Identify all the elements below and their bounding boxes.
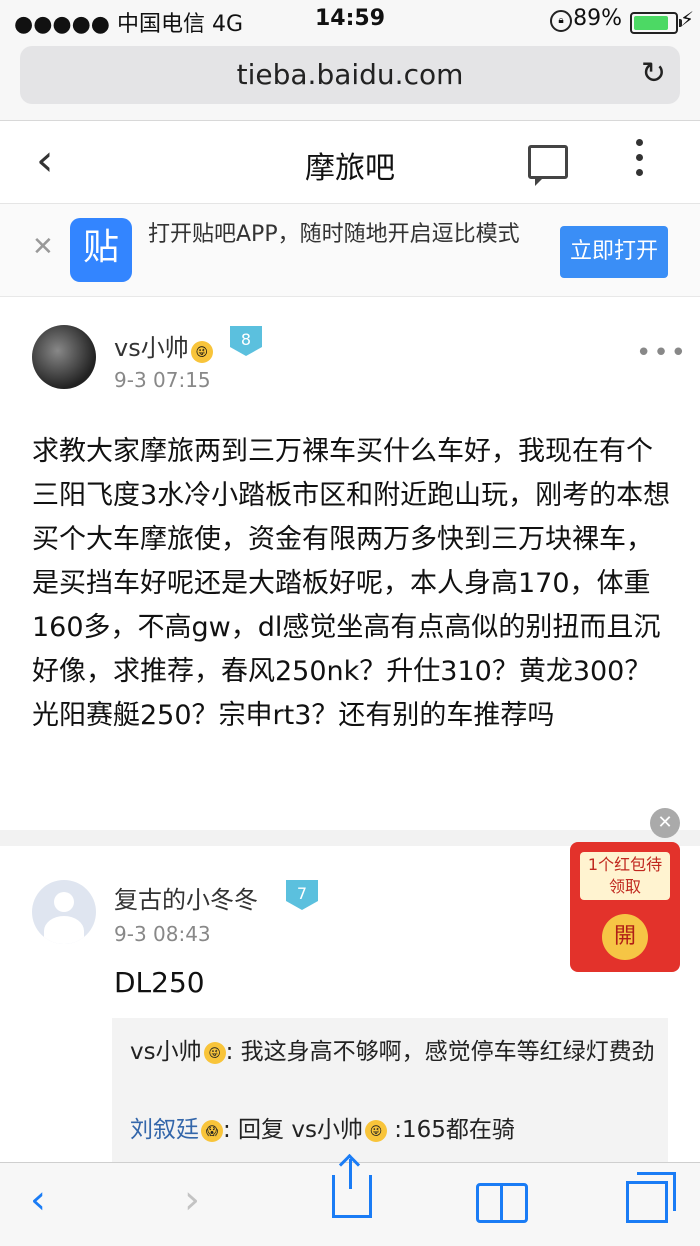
default-avatar-icon[interactable] bbox=[32, 880, 96, 944]
sub-reply-author[interactable]: 刘叙廷 bbox=[130, 1117, 199, 1143]
forum-header: ‹ 摩旅吧 bbox=[0, 121, 700, 204]
red-packet-label: 1个红包待领取 bbox=[580, 852, 670, 900]
reply-date: 9-3 08:43 bbox=[114, 922, 211, 946]
level-badge: 8 bbox=[230, 326, 262, 356]
close-icon[interactable]: ✕ bbox=[32, 232, 54, 262]
rotation-lock-icon: 🔒︎ bbox=[550, 10, 572, 32]
red-packet[interactable]: 1个红包待领取 開 bbox=[570, 842, 680, 972]
close-icon[interactable]: ✕ bbox=[650, 808, 680, 838]
sub-reply-tail: :165都在骑 bbox=[386, 1117, 515, 1143]
share-icon[interactable] bbox=[332, 1159, 372, 1218]
author-name[interactable]: vs小帅 bbox=[114, 334, 189, 362]
scared-emoji-icon: 😱 bbox=[201, 1119, 223, 1142]
battery-percent: 89% bbox=[573, 6, 622, 31]
promo-text: 打开贴吧APP，随时随地开启逗比模式 bbox=[148, 222, 520, 247]
comment-icon[interactable] bbox=[528, 145, 568, 186]
app-promo-banner: ✕ 贴 打开贴吧APP，随时随地开启逗比模式 立即打开 bbox=[0, 204, 700, 297]
page-title: 摩旅吧 bbox=[305, 151, 395, 186]
url-text[interactable]: tieba.baidu.com bbox=[20, 58, 680, 91]
reload-icon[interactable]: ↻ bbox=[641, 56, 666, 91]
post-date: 9-3 07:15 bbox=[114, 368, 211, 392]
tongue-emoji-icon: 😜 bbox=[203, 1041, 226, 1064]
sub-reply-text: : 回复 vs小帅 bbox=[223, 1117, 363, 1143]
tieba-logo: 贴 bbox=[70, 218, 132, 282]
reply-author-name[interactable]: 复古的小冬冬 bbox=[114, 880, 258, 915]
tongue-emoji-icon: 😜 bbox=[364, 1119, 387, 1142]
address-bar[interactable]: tieba.baidu.com ↻ bbox=[20, 46, 680, 104]
browser-chrome: tieba.baidu.com ↻ bbox=[0, 40, 700, 121]
sub-reply: 刘叙廷 😱: 回复 vs小帅 😜 :165都在骑 bbox=[130, 1110, 515, 1144]
level-badge: 7 bbox=[286, 880, 318, 910]
more-vertical-icon[interactable] bbox=[636, 139, 646, 184]
browser-toolbar: ‹ › bbox=[0, 1159, 700, 1246]
avatar[interactable] bbox=[32, 325, 96, 389]
charging-icon: ⚡︎ bbox=[679, 7, 694, 31]
chevron-right-icon[interactable]: › bbox=[184, 1177, 200, 1223]
post-body: 求教大家摩旅两到三万裸车买什么车好，我现在有个三阳飞度3水冷小踏板市区和附近跑山… bbox=[32, 436, 671, 731]
sub-reply-author[interactable]: vs小帅 bbox=[130, 1039, 202, 1065]
sub-reply-text: : 我这身高不够啊，感觉停车等红绿灯费劲 bbox=[225, 1039, 655, 1065]
tongue-emoji-icon: 😜 bbox=[190, 340, 213, 363]
battery-icon bbox=[630, 12, 682, 34]
tabs-icon[interactable] bbox=[626, 1172, 676, 1223]
red-packet-open-button[interactable]: 開 bbox=[602, 914, 648, 960]
post-author-line: vs小帅 😜 bbox=[114, 328, 213, 363]
sub-reply-list: vs小帅 😜: 我这身高不够啊，感觉停车等红绿灯费劲 刘叙廷 😱: 回复 vs小帅 😜… bbox=[112, 1018, 668, 1168]
more-horizontal-icon[interactable]: ••• bbox=[636, 338, 688, 368]
reply-text: DL250 bbox=[114, 966, 205, 999]
open-app-button[interactable]: 立即打开 bbox=[560, 226, 668, 278]
status-bar: ●●●●● 中国电信 4G 14:59 🔒︎ 89% ⚡︎ bbox=[0, 0, 700, 40]
chevron-left-icon[interactable]: ‹ bbox=[30, 1177, 46, 1223]
book-icon[interactable] bbox=[476, 1183, 528, 1223]
sub-reply: vs小帅 😜: 我这身高不够啊，感觉停车等红绿灯费劲 bbox=[130, 1034, 660, 1070]
